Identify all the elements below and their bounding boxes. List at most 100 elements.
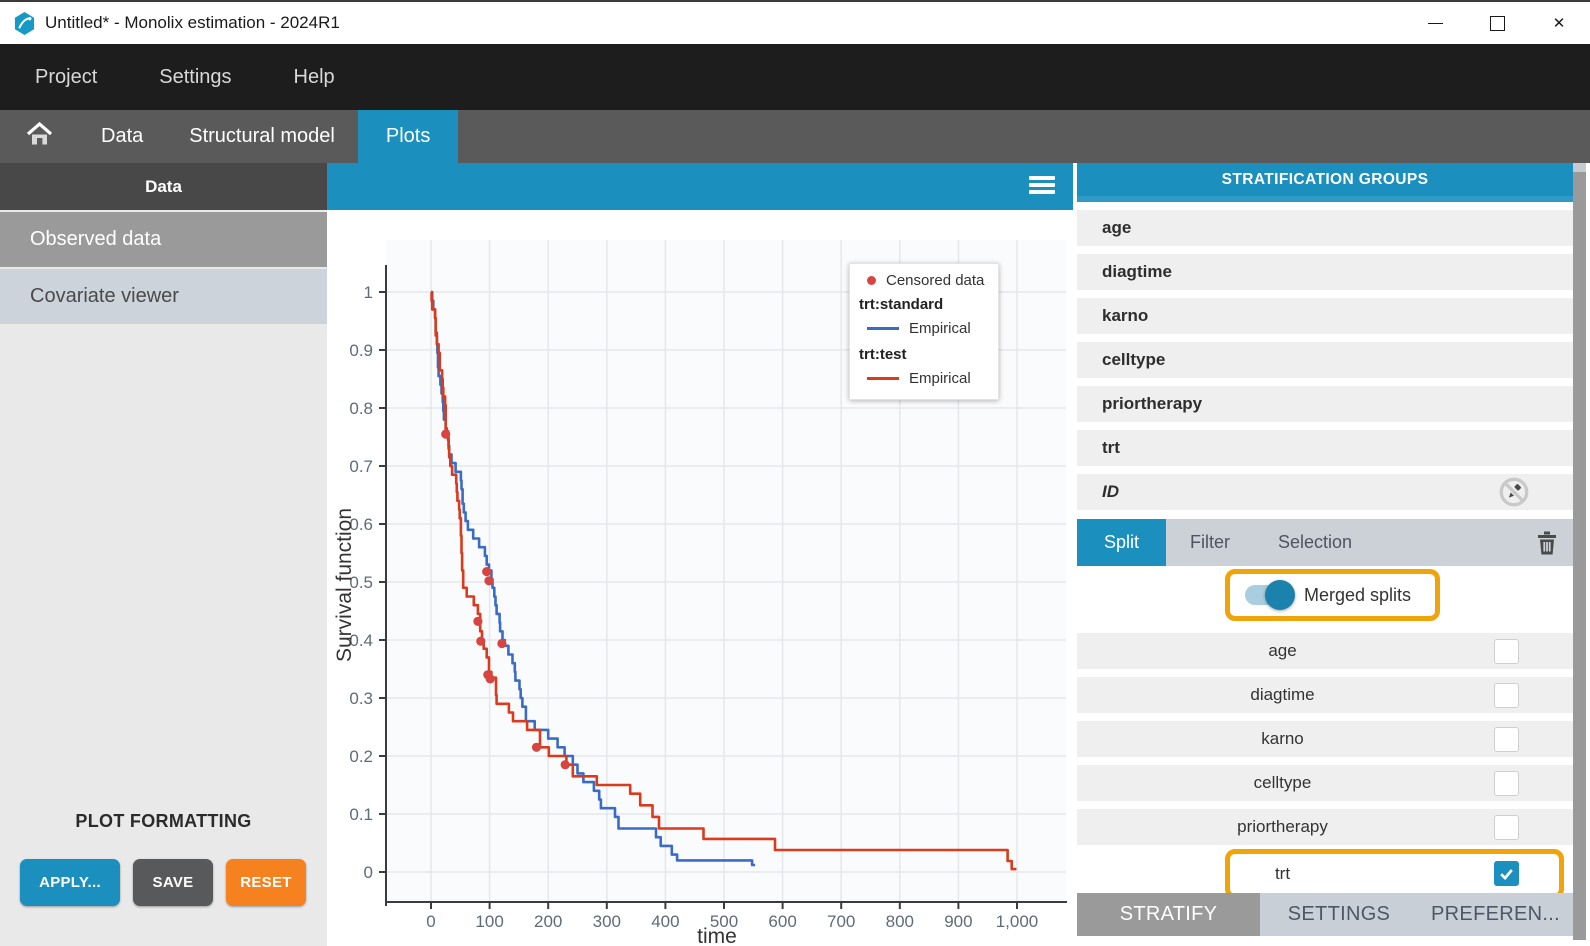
svg-text:0: 0 <box>364 863 373 882</box>
minimize-button[interactable] <box>1404 2 1466 44</box>
sidebar: Data Observed dataCovariate viewer PLOT … <box>0 163 327 946</box>
reset-button[interactable]: RESET <box>226 859 306 906</box>
legend-censored-label: Censored data <box>886 272 984 289</box>
tab-structural-model[interactable]: Structural model <box>166 110 358 163</box>
menu-item-settings[interactable]: Settings <box>159 66 231 89</box>
menu-item-help[interactable]: Help <box>294 66 335 89</box>
svg-text:700: 700 <box>827 912 855 931</box>
save-button[interactable]: SAVE <box>133 859 213 906</box>
plot-header-bar <box>327 163 1073 210</box>
menu-bar: Project Settings Help <box>0 44 1590 110</box>
split-covariate-checkbox-diagtime[interactable] <box>1494 683 1519 708</box>
main-area: Data Observed dataCovariate viewer PLOT … <box>0 163 1590 946</box>
blue-line-icon <box>867 327 899 330</box>
merged-splits-row: Merged splits <box>1077 566 1573 625</box>
scrollbar[interactable] <box>1573 163 1586 940</box>
svg-text:0.1: 0.1 <box>349 805 373 824</box>
svg-text:300: 300 <box>593 912 621 931</box>
svg-text:0.3: 0.3 <box>349 689 373 708</box>
svg-text:600: 600 <box>768 912 796 931</box>
nav-tabs: DataStructural modelPlots <box>78 110 458 163</box>
legend-series-item: Empirical <box>850 316 998 339</box>
stratification-group-age[interactable]: age <box>1077 210 1573 246</box>
nav-tab-bar: DataStructural modelPlots <box>0 110 1590 163</box>
split-covariate-checkbox-trt[interactable] <box>1494 861 1519 886</box>
legend-group-name: trt:test <box>850 339 998 366</box>
legend-series-item: Empirical <box>850 366 998 389</box>
stratification-group-priortherapy[interactable]: priortherapy <box>1077 386 1573 422</box>
split-covariate-row-celltype: celltype <box>1077 765 1573 801</box>
stratification-group-diagtime[interactable]: diagtime <box>1077 254 1573 290</box>
close-button[interactable]: ✕ <box>1528 2 1590 44</box>
split-covariate-checkbox-celltype[interactable] <box>1494 771 1519 796</box>
plot-formatting-section: PLOT FORMATTING APPLY... SAVE RESET <box>0 811 327 906</box>
sidebar-item-observed-data[interactable]: Observed data <box>0 212 327 267</box>
panel-bottom-tabs: STRATIFYSETTINGSPREFEREN... <box>1077 893 1573 936</box>
svg-text:800: 800 <box>886 912 914 931</box>
split-covariate-row-karno: karno <box>1077 721 1573 757</box>
trash-icon[interactable] <box>1535 519 1559 566</box>
split-covariate-label: age <box>1077 641 1488 661</box>
split-covariate-label: priortherapy <box>1077 817 1488 837</box>
plot-formatting-buttons: APPLY... SAVE RESET <box>0 859 327 906</box>
sidebar-section-title: Data <box>0 163 327 210</box>
title-bar: Untitled* - Monolix estimation - 2024R1 … <box>0 2 1590 44</box>
home-icon <box>26 122 53 152</box>
apply-button[interactable]: APPLY... <box>20 859 120 906</box>
svg-text:0.8: 0.8 <box>349 399 373 418</box>
svg-text:0.7: 0.7 <box>349 457 373 476</box>
split-covariate-label: karno <box>1077 729 1488 749</box>
panel-tab-stratify[interactable]: STRATIFY <box>1077 893 1260 936</box>
sidebar-items: Observed dataCovariate viewer <box>0 212 327 324</box>
mode-tab-split[interactable]: Split <box>1077 519 1166 566</box>
tab-data[interactable]: Data <box>78 110 166 163</box>
stratification-group-celltype[interactable]: celltype <box>1077 342 1573 378</box>
stratification-group-trt[interactable]: trt <box>1077 430 1573 466</box>
split-covariate-row-diagtime: diagtime <box>1077 677 1573 713</box>
home-tab[interactable] <box>0 110 78 163</box>
stratification-title-underline <box>1077 196 1573 202</box>
stratification-panel: STRATIFICATION GROUPS age diagtime karno… <box>1077 163 1586 946</box>
stratification-title: STRATIFICATION GROUPS <box>1077 163 1573 196</box>
legend-group-name: trt:standard <box>850 289 998 316</box>
split-covariate-checkbox-karno[interactable] <box>1494 727 1519 752</box>
stratification-group-id[interactable]: ID <box>1077 474 1573 510</box>
split-covariate-label: celltype <box>1077 773 1488 793</box>
menu-item-project[interactable]: Project <box>35 66 97 89</box>
split-covariate-row-priortherapy: priortherapy <box>1077 809 1573 845</box>
legend-series-label: Empirical <box>909 320 971 337</box>
split-covariate-checkbox-priortherapy[interactable] <box>1494 815 1519 840</box>
svg-text:0.2: 0.2 <box>349 747 373 766</box>
svg-text:0: 0 <box>426 912 435 931</box>
svg-text:time: time <box>697 925 737 946</box>
plot-menu-icon[interactable] <box>1029 176 1055 194</box>
mode-tab-filter[interactable]: Filter <box>1166 519 1254 566</box>
merged-splits-highlight: Merged splits <box>1225 569 1440 621</box>
plot-formatting-title: PLOT FORMATTING <box>0 811 327 832</box>
stratification-groups-list: age diagtime karno celltype priortherapy… <box>1077 210 1573 510</box>
split-covariate-row-age: age <box>1077 633 1573 669</box>
plot-panel: 00.10.20.30.40.50.60.70.80.9101002003004… <box>327 163 1073 946</box>
split-covariate-label: trt <box>1077 864 1488 884</box>
merged-splits-label: Merged splits <box>1304 585 1411 606</box>
chart-legend: Censored data trt:standard Empirical trt… <box>849 263 999 400</box>
censored-dot-icon <box>867 276 876 285</box>
merged-splits-toggle[interactable] <box>1245 585 1291 605</box>
svg-text:1,000: 1,000 <box>996 912 1039 931</box>
svg-text:0.9: 0.9 <box>349 341 373 360</box>
split-mode-tabs: SplitFilterSelection <box>1077 519 1573 566</box>
sidebar-item-covariate-viewer[interactable]: Covariate viewer <box>0 269 327 324</box>
legend-censored-item: Censored data <box>850 272 998 289</box>
split-covariate-label: diagtime <box>1077 685 1488 705</box>
split-covariates-list: age diagtime karno celltype priortherapy… <box>1077 633 1573 893</box>
panel-tab-preferen[interactable]: PREFEREN... <box>1418 893 1573 936</box>
tab-plots[interactable]: Plots <box>358 110 458 163</box>
maximize-button[interactable] <box>1466 2 1528 44</box>
no-edit-icon <box>1497 475 1531 514</box>
split-covariate-checkbox-age[interactable] <box>1494 639 1519 664</box>
mode-tab-selection[interactable]: Selection <box>1254 519 1376 566</box>
stratification-group-karno[interactable]: karno <box>1077 298 1573 334</box>
panel-tab-settings[interactable]: SETTINGS <box>1260 893 1418 936</box>
svg-text:200: 200 <box>534 912 562 931</box>
split-covariate-row-trt: trt <box>1077 854 1573 893</box>
